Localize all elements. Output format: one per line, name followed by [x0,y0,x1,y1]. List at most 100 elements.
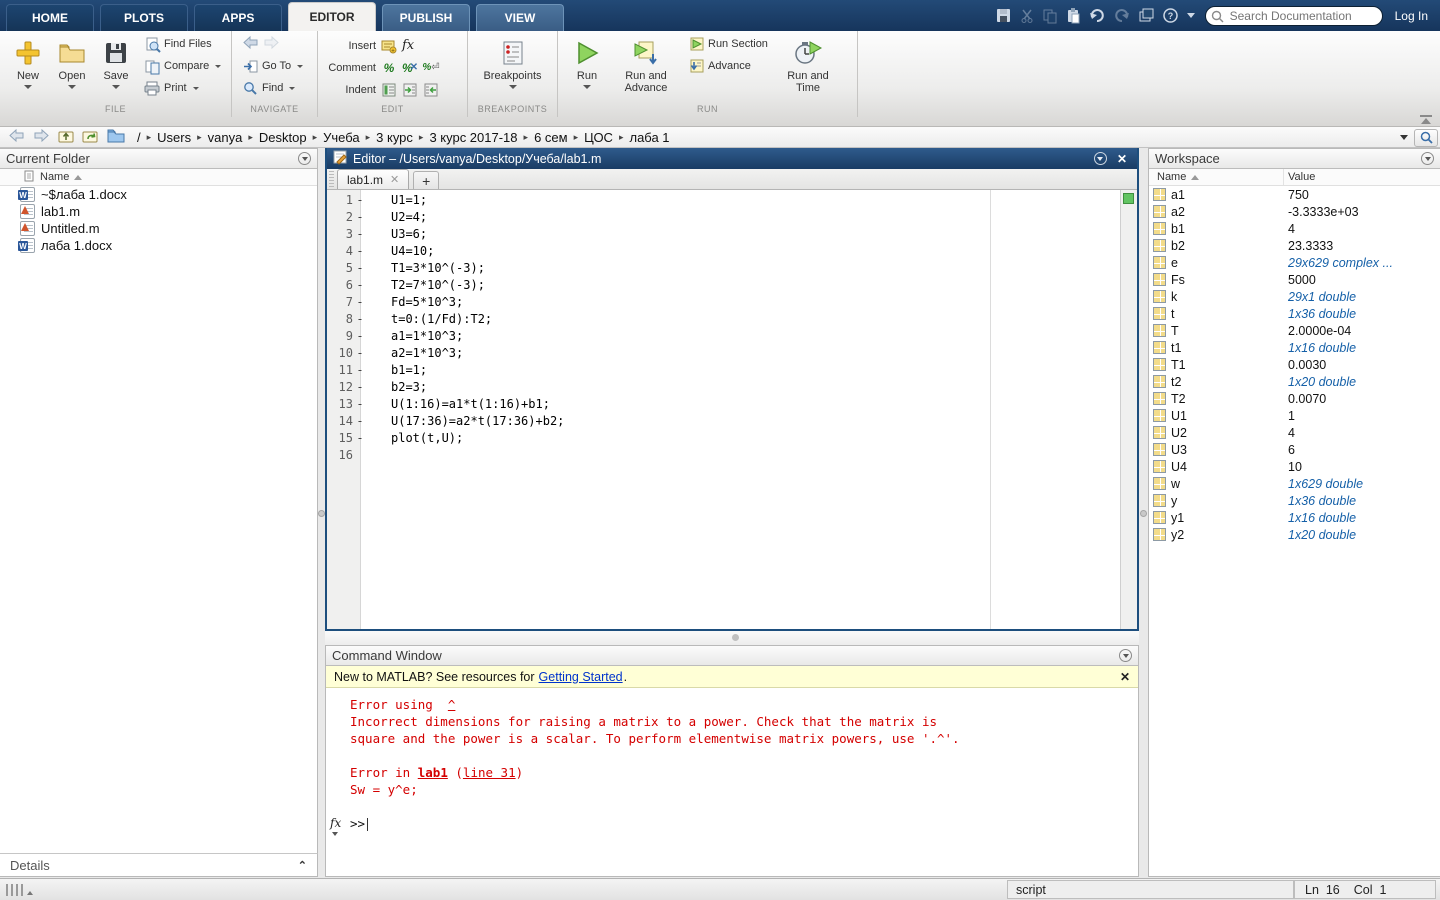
run-and-advance-button[interactable]: Run and Advance [616,35,676,94]
workspace-row[interactable]: Fs5000 [1149,271,1440,288]
breadcrumb-segment[interactable]: лаба 1 [629,130,669,145]
code-line[interactable]: 4-U4=10; [327,243,1137,260]
insert-section-icon[interactable]: + [381,38,397,54]
left-splitter-handle[interactable] [318,510,325,517]
details-panel-header[interactable]: Details ⌃ [0,853,318,877]
line-number[interactable]: 8 [327,311,353,328]
workspace-row[interactable]: y21x20 double [1149,526,1440,543]
line-number[interactable]: 2 [327,209,353,226]
workspace-row[interactable]: w1x629 double [1149,475,1440,492]
up-one-level-icon[interactable] [58,129,74,146]
browse-folder-icon[interactable] [82,129,99,146]
print-button[interactable]: Print [144,79,221,97]
help-icon[interactable]: ? [1163,8,1178,23]
line-number[interactable]: 13 [327,396,353,413]
line-number[interactable]: 7 [327,294,353,311]
ribbon-tab-publish[interactable]: PUBLISH [382,4,470,31]
getting-started-link[interactable]: Getting Started [539,670,623,684]
workspace-name-column-header[interactable]: Name [1149,169,1284,185]
insert-function-icon[interactable]: fx [402,38,414,53]
workspace-row[interactable]: e29x629 complex ... [1149,254,1440,271]
collapse-ribbon-button[interactable] [1420,115,1432,124]
command-output[interactable]: Error using ^ Incorrect dimensions for r… [326,688,1138,832]
find-button[interactable]: Find [242,79,303,97]
history-forward-icon[interactable] [33,129,50,145]
find-files-button[interactable]: Find Files [144,35,221,53]
code-line[interactable]: 1-U1=1; [327,192,1137,209]
line-number[interactable]: 16 [327,447,353,464]
code-line[interactable]: 6-T2=7*10^(-3); [327,277,1137,294]
workspace-row[interactable]: U11 [1149,407,1440,424]
line-number[interactable]: 6 [327,277,353,294]
line-number[interactable]: 10 [327,345,353,362]
run-section-button[interactable]: Run Section [688,35,774,53]
line-number[interactable]: 1 [327,192,353,209]
code-line[interactable]: 2-U2=4; [327,209,1137,226]
workspace-row[interactable]: y1x36 double [1149,492,1440,509]
breadcrumb-segment[interactable]: Desktop [259,130,307,145]
comment-icon[interactable]: % [381,60,397,76]
tab-lab1[interactable]: lab1.m ✕ [337,169,409,189]
layout-windows-icon[interactable] [1139,9,1154,22]
open-button[interactable]: Open [50,35,94,89]
code-line[interactable]: 8-t=0:(1/Fd):T2; [327,311,1137,328]
wrap-comments-icon[interactable]: %⏎ [423,60,439,76]
editor-command-splitter[interactable] [325,631,1139,645]
workspace-row[interactable]: y11x16 double [1149,509,1440,526]
line-number[interactable]: 4 [327,243,353,260]
editor-close-icon[interactable]: ✕ [1113,152,1131,166]
paste-icon[interactable] [1066,8,1080,23]
editor-menu-icon[interactable] [1094,152,1107,165]
workspace-row[interactable]: U410 [1149,458,1440,475]
search-documentation-input[interactable] [1205,6,1383,26]
line-number[interactable]: 3 [327,226,353,243]
statusbar-grip[interactable] [6,884,23,896]
code-line[interactable]: 10-a2=1*10^3; [327,345,1137,362]
breadcrumb-segment[interactable]: Учеба [323,130,360,145]
line-number[interactable]: 11 [327,362,353,379]
login-button[interactable]: Log In [1395,9,1428,23]
workspace-row[interactable]: a1750 [1149,186,1440,203]
undo-icon[interactable] [1089,9,1105,23]
line-number[interactable]: 9 [327,328,353,345]
error-function-link[interactable]: lab1 [418,765,448,780]
function-hints-icon[interactable]: fx [330,815,341,836]
new-tab-button[interactable]: + [413,171,439,189]
workspace-row[interactable]: U36 [1149,441,1440,458]
goto-button[interactable]: Go To [242,57,303,75]
code-editor[interactable]: 1-U1=1;2-U2=4;3-U3=6;4-U4=10;5-T1=3*10^(… [327,190,1137,629]
ribbon-tab-plots[interactable]: PLOTS [100,4,188,31]
current-folder-menu-icon[interactable] [298,152,311,165]
indent-left-icon[interactable] [423,82,439,98]
ribbon-tab-apps[interactable]: APPS [194,4,282,31]
code-line[interactable]: 11-b1=1; [327,362,1137,379]
command-prompt[interactable]: fx >> [350,815,1138,832]
ribbon-tab-view[interactable]: VIEW [476,4,564,31]
file-item[interactable]: Wлаба 1.docx [0,237,317,254]
code-analyzer-status-icon[interactable] [1123,193,1134,204]
back-icon[interactable] [242,36,259,52]
current-folder-name-column-header[interactable]: Name [0,169,317,186]
code-line[interactable]: 12-b2=3; [327,379,1137,396]
line-number[interactable]: 14 [327,413,353,430]
code-line[interactable]: 15-plot(t,U); [327,430,1137,447]
code-line[interactable]: 3-U3=6; [327,226,1137,243]
workspace-value-column-header[interactable]: Value [1284,171,1315,183]
breadcrumb-segment[interactable]: / [137,130,141,145]
breakpoints-button[interactable]: Breakpoints [478,35,548,89]
history-back-icon[interactable] [8,129,25,145]
workspace-row[interactable]: U24 [1149,424,1440,441]
workspace-row[interactable]: b14 [1149,220,1440,237]
new-button[interactable]: New [6,35,50,89]
workspace-row[interactable]: t11x16 double [1149,339,1440,356]
uncomment-icon[interactable]: %✕ [402,60,418,76]
code-line[interactable]: 16 [327,447,1137,464]
path-search-button[interactable] [1414,129,1438,147]
advance-button[interactable]: Advance [688,57,774,75]
smart-indent-icon[interactable] [381,82,397,98]
file-item[interactable]: W~$лаба 1.docx [0,186,317,203]
save-button[interactable]: Save [94,35,138,89]
ribbon-tab-home[interactable]: HOME [6,4,94,31]
workspace-row[interactable]: b223.3333 [1149,237,1440,254]
breadcrumb-segment[interactable]: vanya [208,130,243,145]
